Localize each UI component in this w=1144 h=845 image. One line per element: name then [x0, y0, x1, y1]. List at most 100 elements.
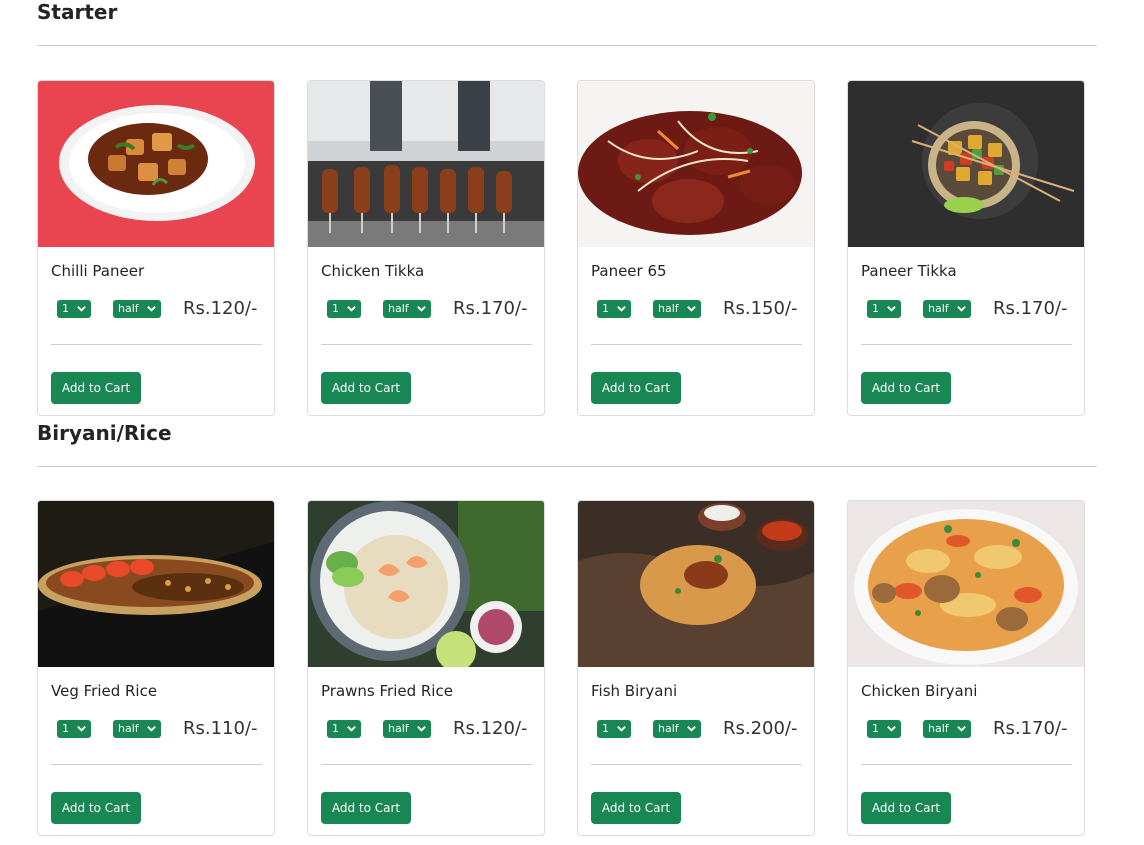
- chevron-down-icon: [417, 726, 426, 732]
- section-title-biryani-rice: Biryani/Rice: [37, 421, 172, 445]
- portion-value: half: [118, 302, 139, 315]
- portion-value: half: [928, 302, 949, 315]
- paneer-65-image: [578, 81, 814, 247]
- card-divider: [321, 764, 532, 765]
- card-divider: [861, 344, 1072, 345]
- chevron-down-icon: [347, 306, 356, 312]
- item-price: Rs.170/-: [993, 718, 1068, 739]
- quantity-select[interactable]: 1: [597, 720, 631, 738]
- portion-value: half: [388, 722, 409, 735]
- portion-value: half: [388, 302, 409, 315]
- menu-card: Chicken Biryani 1 half Rs.170/- Add to C…: [847, 500, 1085, 836]
- chevron-down-icon: [147, 306, 156, 312]
- card-divider: [861, 764, 1072, 765]
- item-name: Veg Fried Rice: [51, 682, 158, 700]
- veg-fried-rice-image: [38, 501, 274, 667]
- quantity-select[interactable]: 1: [867, 720, 901, 738]
- item-price: Rs.150/-: [723, 298, 798, 319]
- chevron-down-icon: [77, 726, 86, 732]
- chevron-down-icon: [347, 726, 356, 732]
- portion-value: half: [658, 302, 679, 315]
- section-divider: [37, 45, 1097, 46]
- portion-select[interactable]: half: [383, 300, 431, 318]
- fish-biryani-image: [578, 501, 814, 667]
- item-name: Chilli Paneer: [51, 262, 145, 280]
- item-name: Paneer Tikka: [861, 262, 957, 280]
- add-to-cart-button[interactable]: Add to Cart: [321, 372, 411, 404]
- item-name: Paneer 65: [591, 262, 667, 280]
- menu-row-biryani-rice: Veg Fried Rice 1 half Rs.110/- Add to Ca…: [37, 500, 1097, 838]
- add-to-cart-button[interactable]: Add to Cart: [321, 792, 411, 824]
- chicken-tikka-image: [308, 81, 544, 247]
- card-divider: [591, 344, 802, 345]
- menu-card: Veg Fried Rice 1 half Rs.110/- Add to Ca…: [37, 500, 275, 836]
- item-price: Rs.120/-: [453, 718, 528, 739]
- add-to-cart-button[interactable]: Add to Cart: [51, 792, 141, 824]
- chevron-down-icon: [687, 306, 696, 312]
- quantity-select[interactable]: 1: [327, 720, 361, 738]
- section-title-starter: Starter: [37, 0, 118, 24]
- chevron-down-icon: [957, 726, 966, 732]
- chevron-down-icon: [417, 306, 426, 312]
- quantity-value: 1: [62, 302, 69, 315]
- portion-select[interactable]: half: [383, 720, 431, 738]
- item-price: Rs.170/-: [453, 298, 528, 319]
- item-name: Chicken Tikka: [321, 262, 425, 280]
- chevron-down-icon: [887, 726, 896, 732]
- chicken-biryani-image: [848, 501, 1084, 667]
- item-price: Rs.120/-: [183, 298, 258, 319]
- card-divider: [51, 344, 262, 345]
- quantity-value: 1: [602, 722, 609, 735]
- portion-select[interactable]: half: [923, 720, 971, 738]
- chevron-down-icon: [617, 306, 626, 312]
- add-to-cart-button[interactable]: Add to Cart: [591, 792, 681, 824]
- card-divider: [51, 764, 262, 765]
- item-price: Rs.110/-: [183, 718, 258, 739]
- quantity-value: 1: [602, 302, 609, 315]
- item-name: Chicken Biryani: [861, 682, 978, 700]
- item-price: Rs.200/-: [723, 718, 798, 739]
- chevron-down-icon: [957, 306, 966, 312]
- menu-card: Paneer Tikka 1 half Rs.170/- Add to Cart: [847, 80, 1085, 416]
- prawns-fried-rice-image: [308, 501, 544, 667]
- item-price: Rs.170/-: [993, 298, 1068, 319]
- portion-select[interactable]: half: [923, 300, 971, 318]
- section-divider: [37, 466, 1097, 467]
- chevron-down-icon: [77, 306, 86, 312]
- quantity-select[interactable]: 1: [867, 300, 901, 318]
- chevron-down-icon: [147, 726, 156, 732]
- portion-value: half: [118, 722, 139, 735]
- quantity-value: 1: [332, 722, 339, 735]
- menu-page: Starter Chilli Paneer 1 half Rs.120/- Ad…: [0, 0, 1144, 845]
- add-to-cart-button[interactable]: Add to Cart: [591, 372, 681, 404]
- portion-value: half: [658, 722, 679, 735]
- item-name: Prawns Fried Rice: [321, 682, 453, 700]
- menu-row-starter: Chilli Paneer 1 half Rs.120/- Add to Car…: [37, 80, 1097, 418]
- portion-select[interactable]: half: [113, 300, 161, 318]
- quantity-select[interactable]: 1: [327, 300, 361, 318]
- portion-select[interactable]: half: [653, 720, 701, 738]
- chevron-down-icon: [617, 726, 626, 732]
- menu-card: Prawns Fried Rice 1 half Rs.120/- Add to…: [307, 500, 545, 836]
- quantity-value: 1: [872, 302, 879, 315]
- add-to-cart-button[interactable]: Add to Cart: [861, 372, 951, 404]
- menu-card: Chicken Tikka 1 half Rs.170/- Add to Car…: [307, 80, 545, 416]
- item-name: Fish Biryani: [591, 682, 678, 700]
- card-divider: [321, 344, 532, 345]
- chilli-paneer-image: [38, 81, 274, 247]
- add-to-cart-button[interactable]: Add to Cart: [51, 372, 141, 404]
- chevron-down-icon: [687, 726, 696, 732]
- quantity-value: 1: [332, 302, 339, 315]
- quantity-value: 1: [62, 722, 69, 735]
- add-to-cart-button[interactable]: Add to Cart: [861, 792, 951, 824]
- menu-card: Paneer 65 1 half Rs.150/- Add to Cart: [577, 80, 815, 416]
- portion-select[interactable]: half: [113, 720, 161, 738]
- card-divider: [591, 764, 802, 765]
- paneer-tikka-image: [848, 81, 1084, 247]
- quantity-select[interactable]: 1: [597, 300, 631, 318]
- chevron-down-icon: [887, 306, 896, 312]
- portion-value: half: [928, 722, 949, 735]
- quantity-select[interactable]: 1: [57, 300, 91, 318]
- portion-select[interactable]: half: [653, 300, 701, 318]
- quantity-select[interactable]: 1: [57, 720, 91, 738]
